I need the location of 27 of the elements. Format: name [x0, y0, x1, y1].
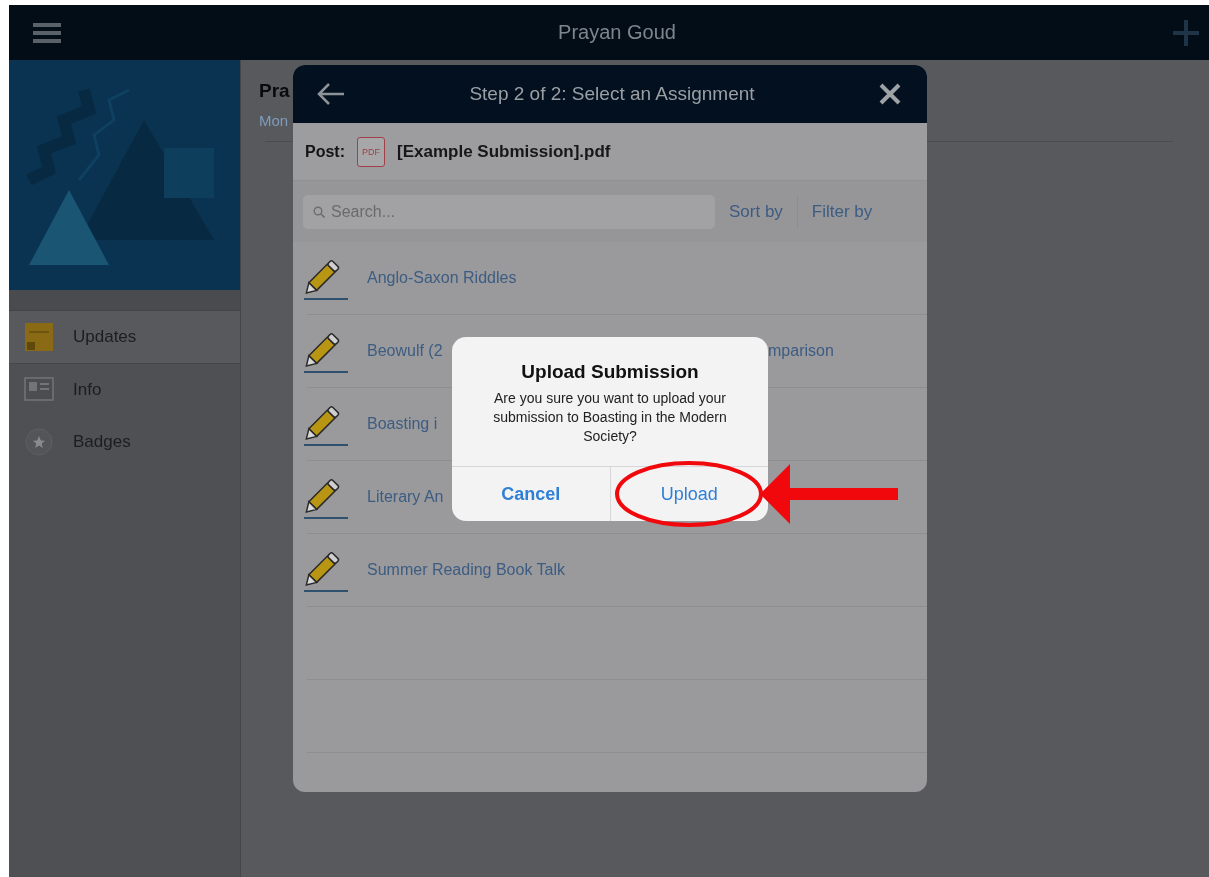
- dialog-title: Step 2 of 2: Select an Assignment: [469, 83, 755, 105]
- close-icon[interactable]: [879, 83, 901, 105]
- assignment-title: Literary An: [367, 488, 444, 506]
- alert-title: Upload Submission: [521, 361, 699, 383]
- assignment-title: mparison: [768, 342, 834, 360]
- page-heading: Pra: [259, 80, 290, 102]
- sort-by-button[interactable]: Sort by: [721, 195, 798, 228]
- assignment-row[interactable]: Anglo-Saxon Riddles: [307, 242, 927, 315]
- alert-message: Are you sure you want to upload your submission to Boasting in the Modern Society?: [492, 389, 728, 446]
- assignment-title: Anglo-Saxon Riddles: [367, 269, 517, 287]
- file-name: [Example Submission].pdf: [397, 141, 611, 162]
- note-icon: [24, 322, 54, 352]
- id-card-icon: [24, 377, 54, 403]
- assignment-row[interactable]: Summer Reading Book Talk: [307, 534, 927, 607]
- pdf-file-icon: PDF: [357, 136, 385, 167]
- page-subheading[interactable]: Mon: [259, 112, 289, 129]
- back-arrow-icon[interactable]: [317, 83, 345, 105]
- user-name-title: Prayan Goud: [558, 21, 676, 44]
- assignment-title: Summer Reading Book Talk: [367, 561, 566, 579]
- search-field[interactable]: Search...: [303, 194, 715, 229]
- sidebar-item[interactable]: Updates: [9, 311, 240, 364]
- assignment-title: Beowulf (2: [367, 342, 443, 360]
- filter-by-button[interactable]: Filter by: [803, 195, 881, 228]
- assignment-title: Boasting i: [367, 415, 438, 433]
- menu-icon[interactable]: [33, 22, 61, 43]
- post-label: Post:: [305, 142, 345, 161]
- cancel-button[interactable]: Cancel: [452, 467, 610, 521]
